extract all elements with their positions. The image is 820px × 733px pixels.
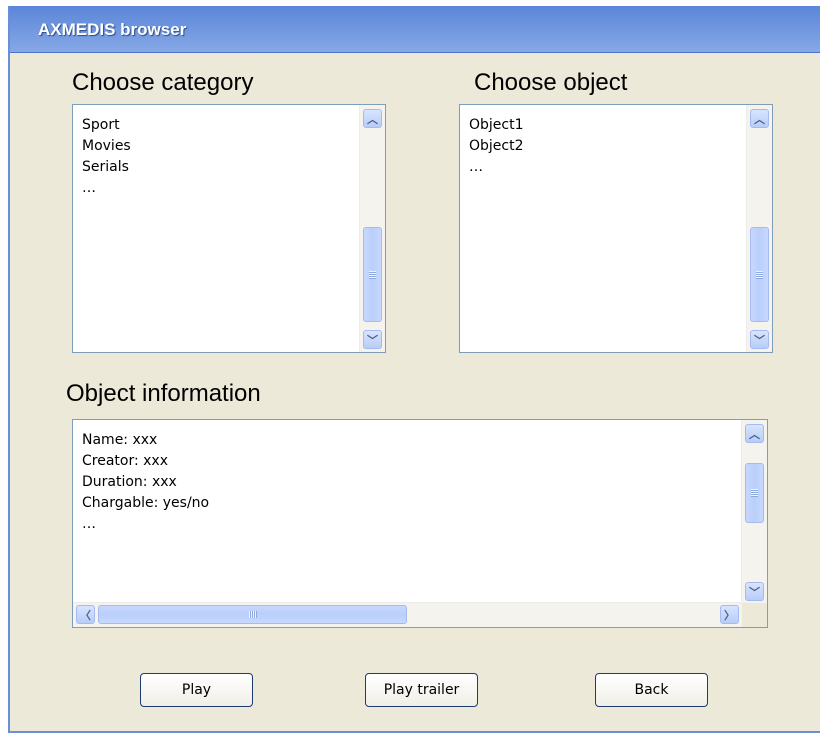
list-item[interactable]: Movies — [82, 136, 131, 157]
play-trailer-button[interactable]: Play trailer — [365, 673, 478, 707]
browser-window: AXMEDIS browser Choose category Sport Mo… — [8, 6, 820, 733]
category-heading: Choose category — [72, 69, 254, 96]
play-button[interactable]: Play — [140, 673, 253, 707]
info-heading: Object information — [66, 380, 261, 407]
list-item[interactable]: Object1 — [469, 115, 524, 136]
scroll-thumb[interactable] — [363, 227, 382, 322]
chevron-right-icon[interactable]: 〉 — [720, 605, 739, 624]
chevron-up-icon[interactable]: ︿ — [750, 109, 769, 128]
info-vertical-scrollbar[interactable]: ︿ ﹀ — [741, 420, 767, 603]
chevron-down-icon[interactable]: ﹀ — [363, 330, 382, 349]
scroll-corner — [742, 603, 767, 627]
window-title: AXMEDIS browser — [38, 20, 187, 39]
chevron-up-icon[interactable]: ︿ — [363, 109, 382, 128]
info-line: … — [82, 516, 96, 532]
info-textarea[interactable]: Name: xxx Creator: xxx Duration: xxx Cha… — [72, 419, 768, 628]
list-item[interactable]: Object2 — [469, 136, 524, 157]
list-item[interactable]: Sport — [82, 115, 131, 136]
category-items: Sport Movies Serials … — [82, 115, 131, 199]
object-heading: Choose object — [474, 69, 628, 96]
category-vertical-scrollbar[interactable]: ︿ ﹀ — [359, 105, 385, 352]
list-item[interactable]: … — [469, 157, 524, 178]
chevron-down-icon[interactable]: ﹀ — [745, 582, 764, 601]
chevron-up-icon[interactable]: ︿ — [745, 424, 764, 443]
list-item[interactable]: Serials — [82, 157, 131, 178]
info-line: Creator: xxx — [82, 453, 169, 469]
category-list[interactable]: Sport Movies Serials … ︿ ﹀ — [72, 104, 386, 353]
scroll-thumb[interactable] — [750, 227, 769, 322]
chevron-down-icon[interactable]: ﹀ — [750, 330, 769, 349]
info-horizontal-scrollbar[interactable]: 〈 〉 — [73, 602, 742, 627]
chevron-left-icon[interactable]: 〈 — [76, 605, 95, 624]
info-line: Duration: xxx — [82, 474, 177, 490]
grip-icon — [751, 489, 758, 497]
scroll-thumb[interactable] — [745, 463, 764, 523]
info-lines: Name: xxx Creator: xxx Duration: xxx Cha… — [82, 430, 209, 535]
object-items: Object1 Object2 … — [469, 115, 524, 178]
scroll-thumb[interactable] — [98, 605, 407, 624]
grip-icon — [248, 611, 257, 618]
list-item[interactable]: … — [82, 178, 131, 199]
grip-icon — [369, 270, 376, 279]
title-bar[interactable]: AXMEDIS browser — [10, 6, 820, 53]
grip-icon — [756, 270, 763, 279]
object-list[interactable]: Object1 Object2 … ︿ ﹀ — [459, 104, 773, 353]
info-line: Name: xxx — [82, 432, 158, 448]
info-line: Chargable: yes/no — [82, 495, 210, 511]
object-vertical-scrollbar[interactable]: ︿ ﹀ — [746, 105, 772, 352]
back-button[interactable]: Back — [595, 673, 708, 707]
